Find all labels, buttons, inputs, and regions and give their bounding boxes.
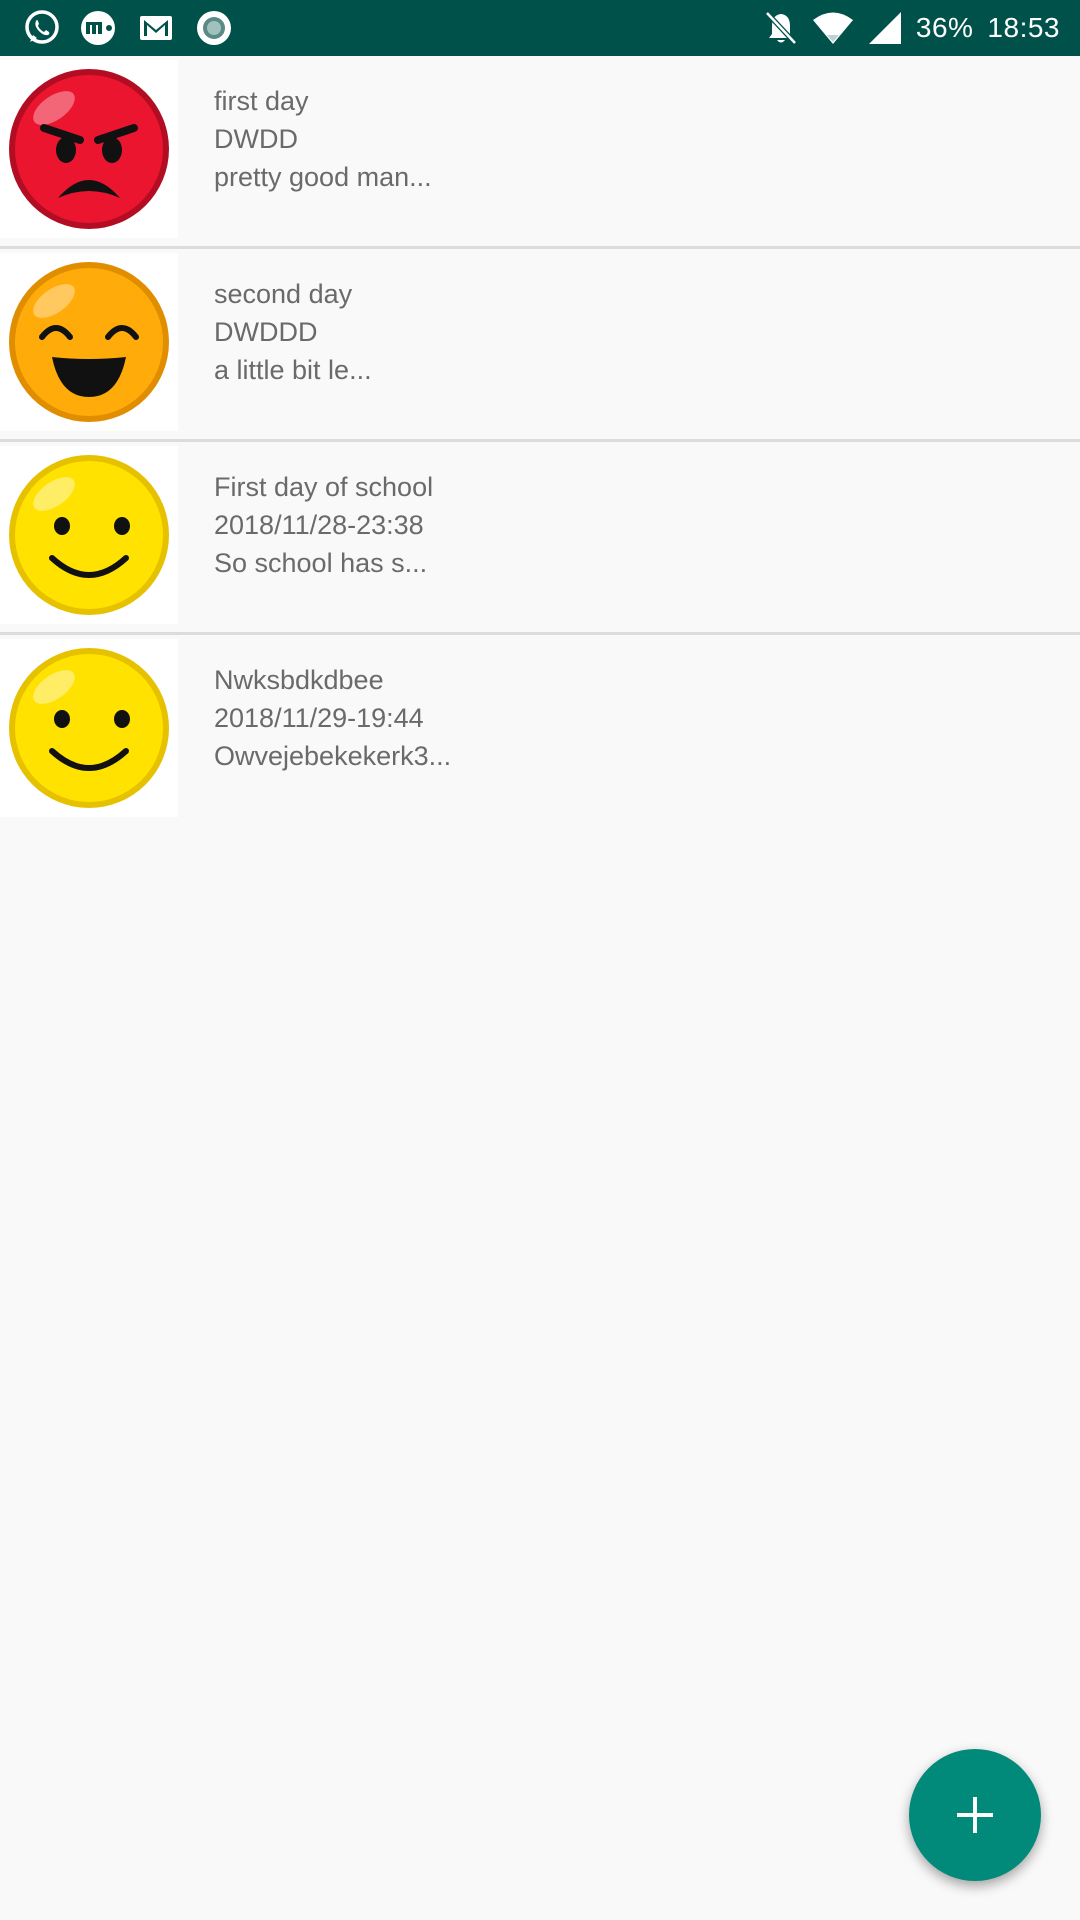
gmail-icon [136,8,176,48]
entry-texts: second day DWDDD a little bit le... [214,275,372,389]
entry-date: 2018/11/29-19:44 [214,703,424,733]
entry-texts: Nwksbdkdbee 2018/11/29-19:44 Owvejebekek… [214,661,451,775]
signal-icon [868,11,902,45]
entry-texts: First day of school 2018/11/28-23:38 So … [214,468,433,582]
entry-date: DWDDD [214,317,318,347]
grinning-face-icon [0,253,178,431]
entry-texts: first day DWDD pretty good man... [214,82,432,196]
entry-title: second day [214,279,353,309]
diary-list: first day DWDD pretty good man... second… [0,56,1080,825]
smiling-face-icon [0,446,178,624]
plus-icon [955,1795,995,1835]
whatsapp-icon [22,8,62,48]
list-item[interactable]: Nwksbdkdbee 2018/11/29-19:44 Owvejebekek… [0,635,1080,825]
entry-preview: pretty good man... [214,162,432,192]
entry-preview: a little bit le... [214,355,372,385]
entry-preview: So school has s... [214,548,428,578]
angry-face-icon [0,60,178,238]
entry-preview: Owvejebekekerk3... [214,741,452,771]
entry-date: DWDD [214,124,298,154]
add-entry-button[interactable] [909,1749,1041,1881]
entry-date: 2018/11/28-23:38 [214,510,424,540]
clock: 18:53 [987,12,1060,43]
record-icon [194,8,234,48]
smiling-face-icon [0,639,178,817]
list-item[interactable]: First day of school 2018/11/28-23:38 So … [0,442,1080,635]
entry-title: First day of school [214,472,434,502]
status-bar: 36% 18:53 [0,0,1080,56]
entry-title: first day [214,86,309,116]
notifications-off-icon [764,10,798,46]
list-item[interactable]: first day DWDD pretty good man... [0,56,1080,249]
mi-fit-icon [78,8,118,48]
wifi-icon [812,11,854,45]
list-item[interactable]: second day DWDDD a little bit le... [0,249,1080,442]
status-bar-right: 36% 18:53 [764,0,1060,56]
battery-percent: 36% [915,12,974,43]
entry-title: Nwksbdkdbee [214,665,384,695]
